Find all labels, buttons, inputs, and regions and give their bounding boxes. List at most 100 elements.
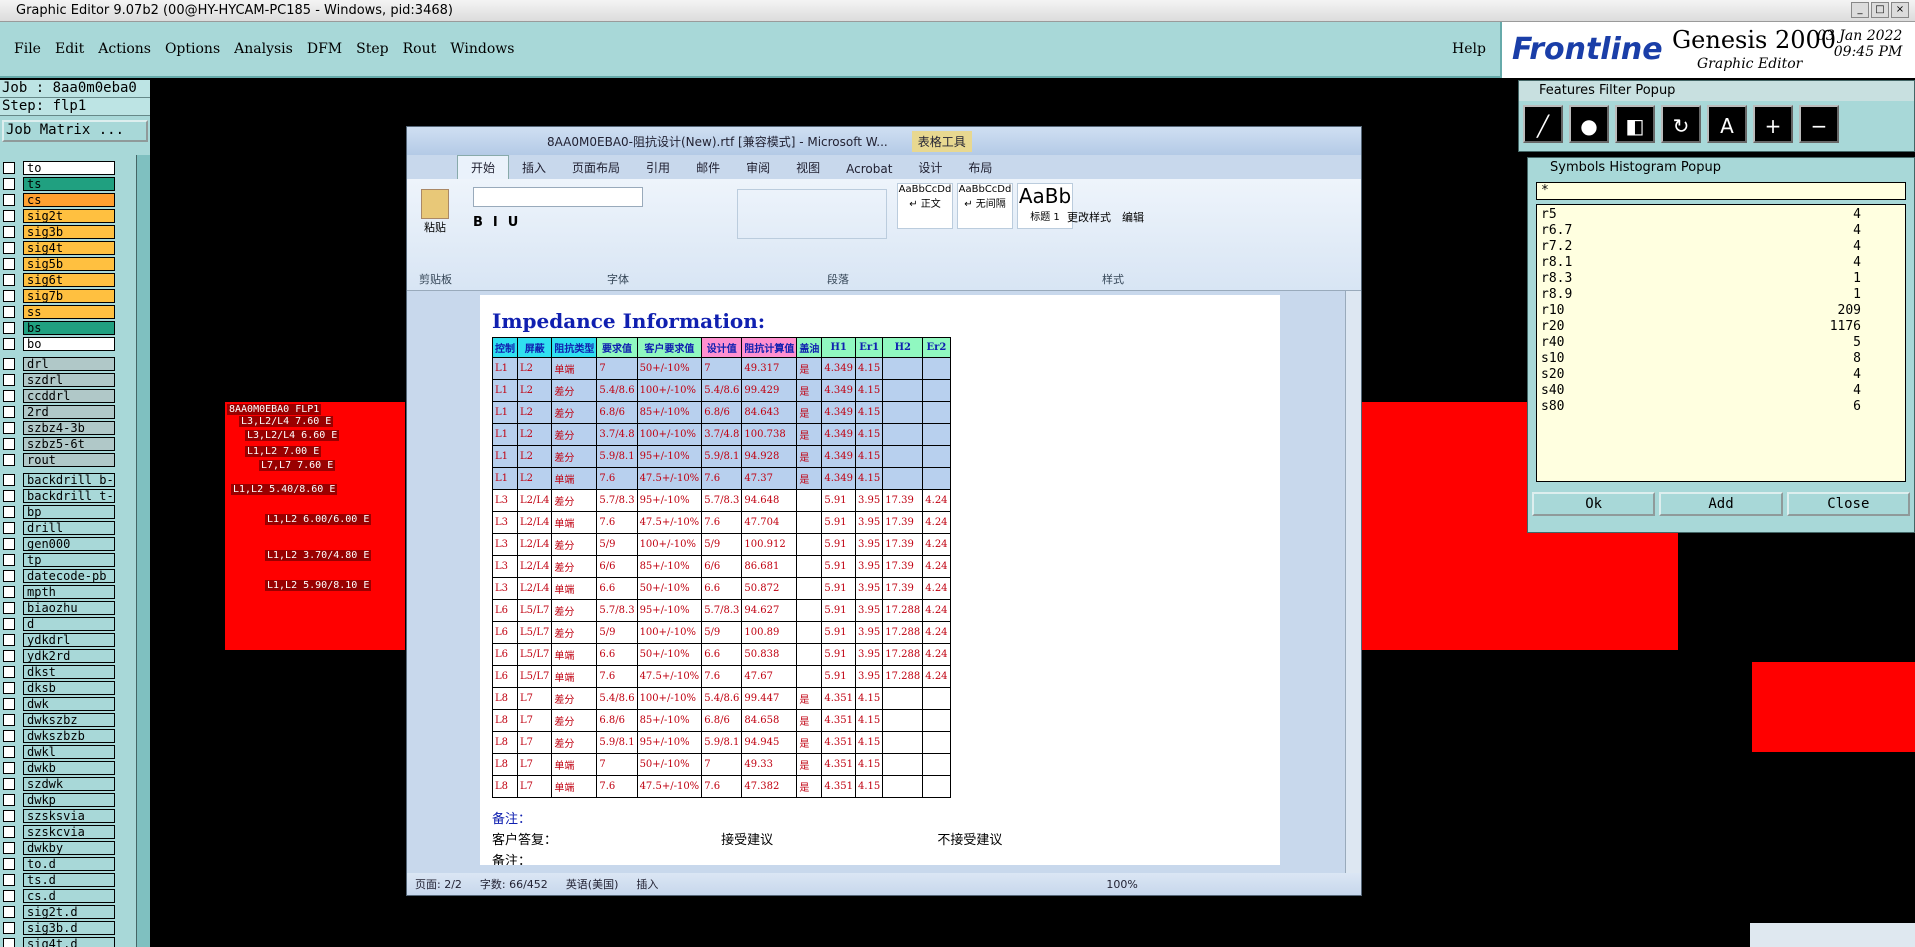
table-row[interactable]: L3 L2/L4 差分 5.7/8.3 95+/-10% 5.7/8.3 94.648 5.9… [492,489,951,512]
layer-row[interactable]: dwkszbzb [0,728,138,744]
layer-checkbox[interactable] [3,554,15,566]
layer-row[interactable]: cs.d [0,888,138,904]
symbol-row[interactable]: r40 5 [1541,335,1901,351]
table-row[interactable]: L3 L2/L4 单端 6.6 50+/-10% 6.6 50.872 5.91 3.95 17.… [492,577,951,600]
symbol-row[interactable]: r10 209 [1541,303,1901,319]
layer-row[interactable]: bo [0,336,138,352]
layer-row[interactable]: szdrl [0,372,138,388]
change-styles-button[interactable]: 更改样式 [1067,209,1111,225]
menu-analysis[interactable]: Analysis [234,41,293,57]
layer-checkbox[interactable] [3,194,15,206]
layer-row[interactable]: dwkszbz [0,712,138,728]
layer-row[interactable]: szdwk [0,776,138,792]
layer-checkbox[interactable] [3,778,15,790]
table-row[interactable]: L8 L7 差分 5.9/8.1 95+/-10% 5.9/8.1 94.945 是 4.351… [492,731,951,754]
job-matrix-button[interactable]: Job Matrix ... [2,120,148,142]
layer-checkbox[interactable] [3,922,15,934]
ribbon-tab-7[interactable]: Acrobat [833,159,905,179]
ribbon-tab-6[interactable]: 视图 [783,156,833,179]
layer-checkbox[interactable] [3,162,15,174]
document-page[interactable]: Impedance Information: 控制 屏蔽 阻抗类型 要求值 客户要求值设… [480,295,1280,865]
layer-checkbox[interactable] [3,746,15,758]
pad-icon[interactable]: ● [1569,105,1609,143]
layer-checkbox[interactable] [3,682,15,694]
ribbon-tab-0[interactable]: 开始 [457,155,510,179]
layer-row[interactable]: ss [0,304,138,320]
layer-checkbox[interactable] [3,226,15,238]
add-button[interactable]: Add [1659,492,1783,516]
layer-checkbox[interactable] [3,890,15,902]
layer-row[interactable]: sig2t [0,208,138,224]
layer-row[interactable]: sig7b [0,288,138,304]
layer-checkbox[interactable] [3,390,15,402]
layer-row[interactable]: to [0,160,138,176]
table-row[interactable]: L1 L2 差分 6.8/6 85+/-10% 6.8/6 84.643 是 4.349 4.15 [492,401,951,424]
font-name-select[interactable] [473,187,643,207]
layer-checkbox[interactable] [3,538,15,550]
layer-row[interactable]: ts [0,176,138,192]
ribbon-tab-1[interactable]: 插入 [509,156,559,179]
layer-row[interactable]: dwkb [0,760,138,776]
layer-checkbox[interactable] [3,258,15,270]
layer-row[interactable]: ccddrl [0,388,138,404]
surface-icon[interactable]: ◧ [1615,105,1655,143]
arc-icon[interactable]: ↻ [1661,105,1701,143]
table-row[interactable]: L3 L2/L4 差分 6/6 85+/-10% 6/6 86.681 5.91 3.95 17.… [492,555,951,578]
ribbon-tab-5[interactable]: 审阅 [733,156,783,179]
layer-checkbox[interactable] [3,602,15,614]
layer-checkbox[interactable] [3,634,15,646]
layer-checkbox[interactable] [3,406,15,418]
symbol-row[interactable]: s10 8 [1541,351,1901,367]
plus-icon[interactable]: + [1753,105,1793,143]
status-words[interactable]: 字数: 66/452 [480,876,548,892]
menu-edit[interactable]: Edit [55,41,84,57]
layer-row[interactable]: sig5b [0,256,138,272]
layer-row[interactable]: drl [0,356,138,372]
table-row[interactable]: L6 L5/L7 单端 7.6 47.5+/-10% 7.6 47.67 5.91 3.95 17… [492,665,951,688]
word-scrollbar[interactable] [1345,291,1361,875]
symbol-row[interactable]: r8.1 4 [1541,255,1901,271]
layer-checkbox[interactable] [3,374,15,386]
layer-row[interactable]: sig3b.d [0,920,138,936]
table-row[interactable]: L6 L5/L7 单端 6.6 50+/-10% 6.6 50.838 5.91 3.95 17.… [492,643,951,666]
menu-windows[interactable]: Windows [450,41,514,57]
layer-checkbox[interactable] [3,290,15,302]
layer-scrollbar[interactable] [136,155,150,947]
layer-row[interactable]: dwkl [0,744,138,760]
layer-checkbox[interactable] [3,422,15,434]
layer-checkbox[interactable] [3,474,15,486]
layer-row[interactable]: backdrill_t- [0,488,138,504]
symbol-row[interactable]: s40 4 [1541,383,1901,399]
menu-rout[interactable]: Rout [403,41,437,57]
format-buttons[interactable]: BIU [473,215,528,230]
layer-row[interactable]: mpth [0,584,138,600]
layer-checkbox[interactable] [3,322,15,334]
layer-checkbox[interactable] [3,178,15,190]
layer-checkbox[interactable] [3,210,15,222]
layer-row[interactable]: szskcvia [0,824,138,840]
layer-checkbox[interactable] [3,242,15,254]
layer-checkbox[interactable] [3,454,15,466]
minus-icon[interactable]: − [1799,105,1839,143]
symbol-filter-input[interactable]: * [1536,182,1906,200]
layer-row[interactable]: szsksvia [0,808,138,824]
table-row[interactable]: L8 L7 差分 5.4/8.6 100+/-10% 5.4/8.6 99.447 是 4.35… [492,687,951,710]
layer-checkbox[interactable] [3,826,15,838]
layer-row[interactable]: sig4t [0,240,138,256]
layer-row[interactable]: sig3b [0,224,138,240]
zoom-level[interactable]: 100% [1106,878,1137,891]
symbol-row[interactable]: r6.7 4 [1541,223,1901,239]
menu-step[interactable]: Step [356,41,388,57]
minimize-button[interactable]: _ [1851,2,1869,18]
status-page[interactable]: 页面: 2/2 [415,876,462,892]
layer-checkbox[interactable] [3,794,15,806]
layer-checkbox[interactable] [3,274,15,286]
layer-row[interactable]: datecode-pb [0,568,138,584]
table-row[interactable]: L1 L2 单端 7 50+/-10% 7 49.317 是 4.349 4.15 [492,357,951,380]
symbol-list[interactable]: r5 4 r6.7 4 r7.2 4 r8.1 4 r8.3 1 r8.9 1 r10 209 r20 117… [1536,204,1906,482]
menu-options[interactable]: Options [165,41,220,57]
ribbon-tab-4[interactable]: 邮件 [683,156,733,179]
layer-checkbox[interactable] [3,650,15,662]
layer-checkbox[interactable] [3,810,15,822]
layer-checkbox[interactable] [3,666,15,678]
